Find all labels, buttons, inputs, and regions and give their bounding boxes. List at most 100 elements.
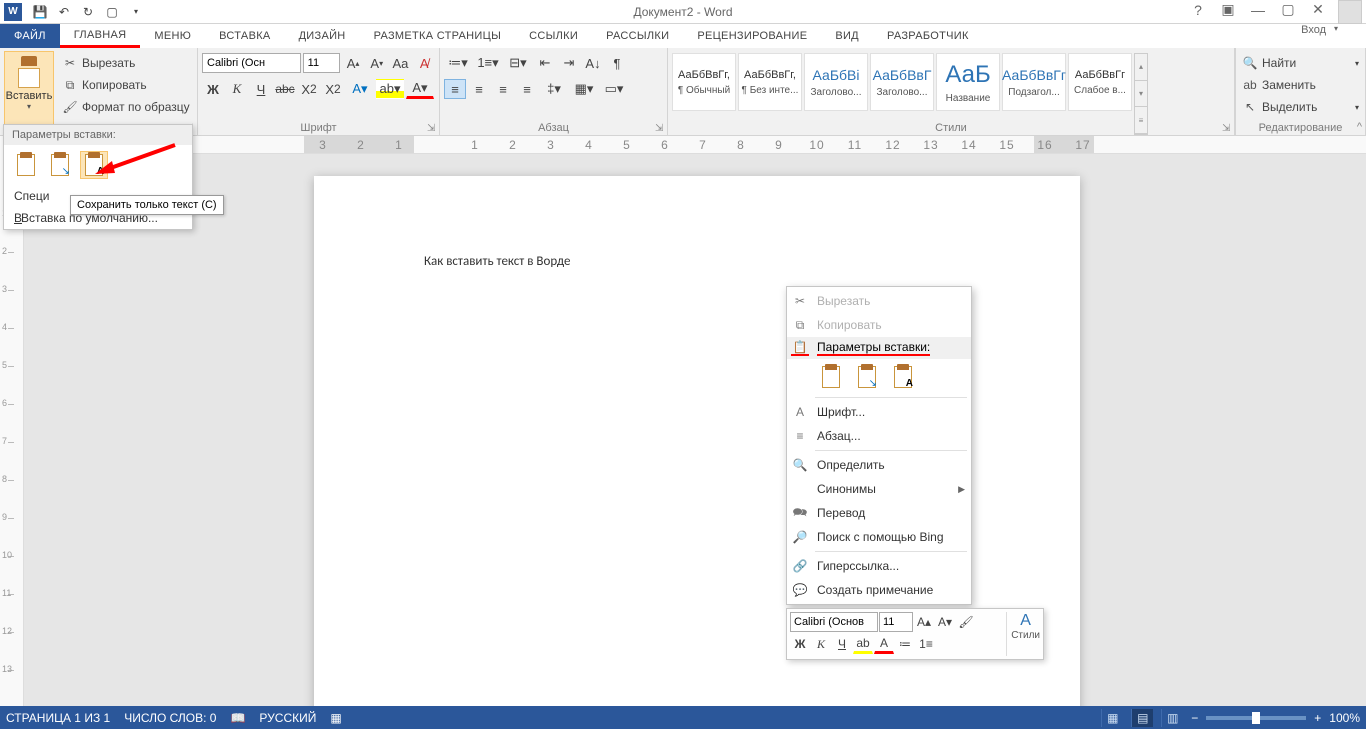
style-tile[interactable]: АаБбВіЗаголово...	[804, 53, 868, 111]
ctx-font[interactable]: AШрифт...	[787, 400, 971, 424]
ctx-paste-text-only[interactable]: A	[889, 363, 917, 391]
mini-bullets-button[interactable]: ≔	[895, 634, 915, 654]
mini-format-painter-icon[interactable]: 🖌	[956, 612, 976, 632]
chevron-down-icon[interactable]: ▾	[27, 102, 31, 111]
mini-styles-button[interactable]: A Стили	[1006, 612, 1040, 656]
underline-button[interactable]: Ч	[250, 79, 272, 99]
mini-italic-button[interactable]: К	[811, 634, 831, 654]
ribbon-display-icon[interactable]: ▣	[1214, 0, 1242, 20]
copy-button[interactable]: ⧉Копировать	[62, 75, 190, 95]
ctx-define[interactable]: 🔍Определить	[787, 453, 971, 477]
mini-underline-button[interactable]: Ч	[832, 634, 852, 654]
mini-bold-button[interactable]: Ж	[790, 634, 810, 654]
new-doc-icon[interactable]: ▢	[102, 2, 122, 22]
minimize-button[interactable]: —	[1244, 0, 1272, 20]
grow-font-icon[interactable]: A▴	[342, 53, 364, 73]
increase-indent-button[interactable]: ⇥	[558, 53, 580, 73]
style-tile[interactable]: АаБбВвГг,¶ Без инте...	[738, 53, 802, 111]
dialog-launcher-icon[interactable]: ⇲	[1222, 123, 1232, 133]
zoom-in-button[interactable]: +	[1314, 711, 1321, 725]
borders-button[interactable]: ▭▾	[600, 79, 628, 99]
ctx-copy[interactable]: ⧉Копировать	[787, 313, 971, 337]
multilevel-button[interactable]: ⊟▾	[504, 53, 532, 73]
font-name-combo[interactable]: Calibri (Осн	[202, 53, 301, 73]
shrink-font-icon[interactable]: A▾	[366, 53, 388, 73]
replace-button[interactable]: abЗаменить	[1242, 75, 1359, 95]
word-count[interactable]: ЧИСЛО СЛОВ: 0	[124, 711, 216, 725]
ctx-bing-search[interactable]: 🔎Поиск с помощью Bing	[787, 525, 971, 549]
mini-grow-font-icon[interactable]: A▴	[914, 612, 934, 632]
view-web-icon[interactable]: ▥	[1161, 709, 1183, 727]
dialog-launcher-icon[interactable]: ⇲	[655, 123, 665, 133]
justify-button[interactable]: ≡	[516, 79, 538, 99]
font-color-button[interactable]: A▾	[406, 79, 434, 99]
font-size-combo[interactable]: 11	[303, 53, 341, 73]
decrease-indent-button[interactable]: ⇤	[534, 53, 556, 73]
mini-font-color-button[interactable]: A	[874, 634, 894, 654]
tab-mailings[interactable]: РАССЫЛКИ	[592, 24, 683, 48]
style-tile[interactable]: АаБбВвГЗаголово...	[870, 53, 934, 111]
ctx-synonyms[interactable]: Синонимы▶	[787, 477, 971, 501]
highlight-button[interactable]: ab▾	[376, 79, 404, 99]
align-center-button[interactable]: ≡	[468, 79, 490, 99]
redo-icon[interactable]: ↻	[78, 2, 98, 22]
ctx-paste-keep-formatting[interactable]	[817, 363, 845, 391]
style-tile[interactable]: АаБбВвГгПодзагол...	[1002, 53, 1066, 111]
align-right-button[interactable]: ≡	[492, 79, 514, 99]
tab-home[interactable]: ГЛАВНАЯ	[60, 24, 141, 48]
find-button[interactable]: 🔍Найти▾	[1242, 53, 1359, 73]
zoom-slider[interactable]	[1206, 716, 1306, 720]
save-icon[interactable]: 💾	[30, 2, 50, 22]
view-read-icon[interactable]: ▦	[1101, 709, 1123, 727]
ctx-new-comment[interactable]: 💬Создать примечание	[787, 578, 971, 602]
paste-text-only[interactable]: A	[80, 151, 108, 179]
close-button[interactable]: ✕	[1304, 0, 1332, 20]
tab-design[interactable]: ДИЗАЙН	[285, 24, 360, 48]
sign-in-dropdown-icon[interactable]: ▾	[1334, 24, 1338, 33]
ctx-paragraph[interactable]: ≡Абзац...	[787, 424, 971, 448]
sign-in-link[interactable]: Вход	[1301, 24, 1326, 36]
qat-customize-icon[interactable]: ▾	[126, 2, 146, 22]
undo-icon[interactable]: ↶	[54, 2, 74, 22]
select-button[interactable]: ↖Выделить▾	[1242, 97, 1359, 117]
text-effects-button[interactable]: A▾	[346, 79, 374, 99]
language-indicator[interactable]: РУССКИЙ	[259, 711, 316, 725]
align-left-button[interactable]: ≡	[444, 79, 466, 99]
style-tile[interactable]: АаБНазвание	[936, 53, 1000, 111]
mini-font-name[interactable]: Calibri (Основ	[790, 612, 878, 632]
zoom-out-button[interactable]: −	[1191, 711, 1198, 725]
document-text[interactable]: Как вставить текст в Ворде	[424, 254, 570, 269]
help-icon[interactable]: ?	[1184, 0, 1212, 20]
subscript-button[interactable]: X2	[298, 79, 320, 99]
tab-file[interactable]: ФАЙЛ	[0, 24, 60, 48]
clear-format-icon[interactable]: A̸	[413, 53, 435, 73]
maximize-button[interactable]: ▢	[1274, 0, 1302, 20]
tab-developer[interactable]: РАЗРАБОТЧИК	[873, 24, 983, 48]
bold-button[interactable]: Ж	[202, 79, 224, 99]
dialog-launcher-icon[interactable]: ⇲	[427, 123, 437, 133]
page-indicator[interactable]: СТРАНИЦА 1 ИЗ 1	[6, 711, 110, 725]
style-tile[interactable]: АаБбВвГг,¶ Обычный	[672, 53, 736, 111]
paste-button[interactable]: Вставить ▾	[4, 51, 54, 131]
collapse-ribbon-icon[interactable]: ^	[1357, 121, 1362, 133]
user-avatar[interactable]	[1338, 0, 1362, 24]
tab-insert[interactable]: ВСТАВКА	[205, 24, 284, 48]
strikethrough-button[interactable]: abc	[274, 79, 296, 99]
format-painter-button[interactable]: 🖌Формат по образцу	[62, 97, 190, 117]
line-spacing-button[interactable]: ‡▾	[540, 79, 568, 99]
change-case-icon[interactable]: Aa	[390, 53, 412, 73]
sort-button[interactable]: A↓	[582, 53, 604, 73]
superscript-button[interactable]: X2	[322, 79, 344, 99]
tab-review[interactable]: РЕЦЕНЗИРОВАНИЕ	[683, 24, 821, 48]
zoom-level[interactable]: 100%	[1329, 711, 1360, 725]
mini-numbering-button[interactable]: 1≡	[916, 634, 936, 654]
ctx-translate[interactable]: 🗪Перевод	[787, 501, 971, 525]
italic-button[interactable]: К	[226, 79, 248, 99]
tab-layout[interactable]: РАЗМЕТКА СТРАНИЦЫ	[360, 24, 516, 48]
ctx-hyperlink[interactable]: 🔗Гиперссылка...	[787, 554, 971, 578]
shading-button[interactable]: ▦▾	[570, 79, 598, 99]
mini-highlight-button[interactable]: ab	[853, 634, 873, 654]
ctx-paste-merge-formatting[interactable]: ↘	[853, 363, 881, 391]
tab-menu[interactable]: Меню	[140, 24, 205, 48]
bullets-button[interactable]: ≔▾	[444, 53, 472, 73]
